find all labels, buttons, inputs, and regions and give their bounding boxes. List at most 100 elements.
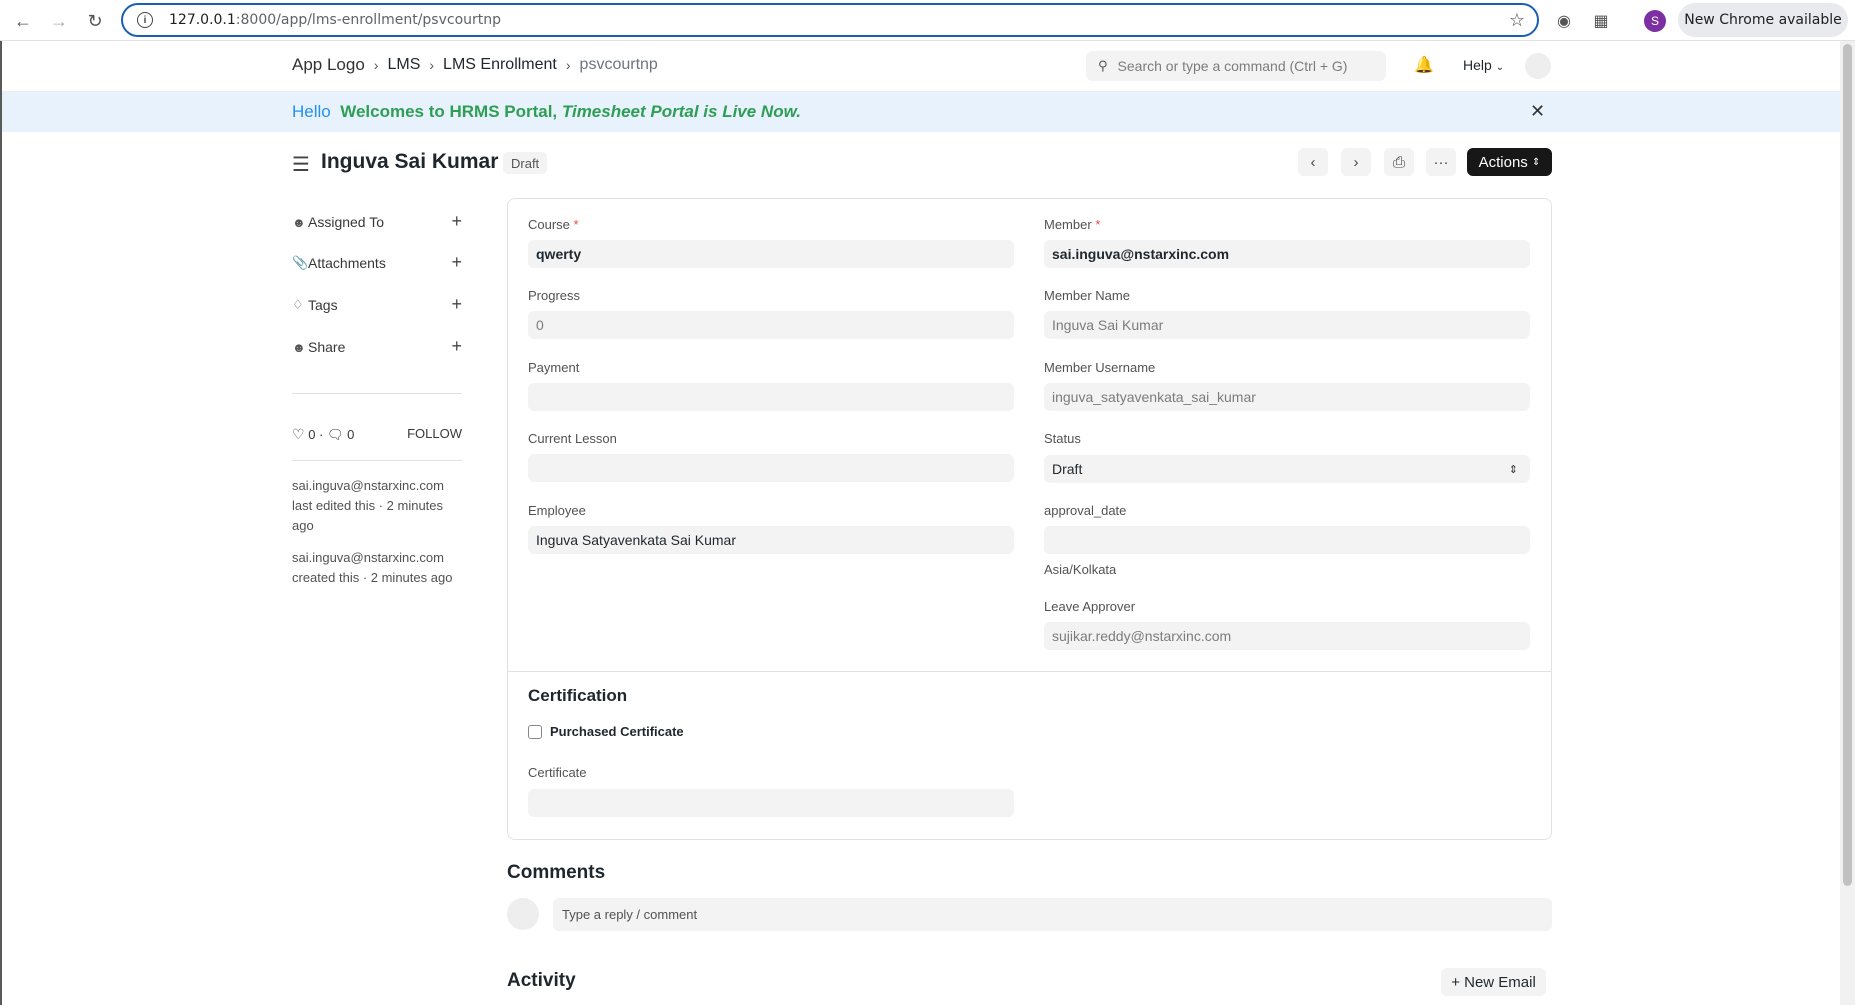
employee-label: Employee	[528, 503, 586, 518]
social-stats: ♡ 0 · 🗨 0 FOLLOW	[292, 426, 462, 443]
editor-email[interactable]: sai.inguva@nstarxinc.com	[292, 478, 444, 493]
sidebar-toggle-icon[interactable]: ☰	[292, 152, 310, 177]
previous-record-button[interactable]: ‹	[1298, 148, 1328, 176]
banner-hello: Hello	[292, 102, 331, 121]
member-field[interactable]: sai.inguva@nstarxinc.com	[1044, 240, 1530, 268]
help-dropdown[interactable]: Help ⌄	[1463, 57, 1504, 73]
comments-title: Comments	[507, 862, 606, 883]
new-email-button[interactable]: + New Email	[1441, 968, 1546, 996]
sidebar-item-label: Share	[308, 339, 346, 355]
creator-email[interactable]: sai.inguva@nstarxinc.com	[292, 550, 444, 565]
progress-field[interactable]: 0	[528, 311, 1014, 339]
edited-text: last edited this · 2 minutes ago	[292, 498, 444, 533]
bookmark-star-icon[interactable]: ☆	[1509, 10, 1525, 31]
current-lesson-field[interactable]	[528, 454, 1014, 482]
purchased-certificate-row[interactable]: Purchased Certificate	[528, 724, 684, 739]
certification-section-title: Certification	[528, 686, 628, 705]
employee-field[interactable]: Inguva Satyavenkata Sai Kumar	[528, 526, 1014, 554]
sidebar-item-label: Attachments	[308, 255, 386, 271]
comment-icon[interactable]: 🗨	[327, 427, 344, 443]
help-label: Help	[1463, 57, 1492, 73]
breadcrumb-lms-enrollment[interactable]: LMS Enrollment	[443, 56, 557, 74]
member-name-label: Member Name	[1044, 288, 1130, 303]
payment-field[interactable]	[528, 383, 1014, 411]
sidebar-item-label: Assigned To	[308, 214, 385, 230]
comment-input[interactable]: Type a reply / comment	[553, 898, 1552, 931]
site-info-icon[interactable]: i	[137, 12, 153, 28]
notification-bell-icon[interactable]: 🔔	[1414, 55, 1434, 75]
scrollbar-thumb[interactable]	[1843, 44, 1852, 886]
next-record-button[interactable]: ›	[1341, 148, 1371, 176]
payment-label: Payment	[528, 360, 580, 375]
breadcrumb-lms[interactable]: LMS	[387, 56, 420, 74]
close-icon[interactable]: ✕	[1530, 101, 1545, 122]
created-text: created this · 2 minutes ago	[292, 570, 453, 585]
actions-label: Actions	[1478, 153, 1528, 171]
heart-icon[interactable]: ♡	[292, 426, 305, 443]
sidebar-item-attachments[interactable]: 📎 Attachments +	[292, 252, 462, 274]
search-placeholder: Search or type a command (Ctrl + G)	[1117, 58, 1348, 74]
breadcrumb-record[interactable]: psvcourtnp	[580, 56, 658, 74]
browser-toolbar: ← → ↻ i 127.0.0.1:8000/app/lms-enrollmen…	[0, 0, 1855, 41]
plus-icon[interactable]: +	[451, 336, 462, 357]
profile-avatar[interactable]: S	[1644, 10, 1666, 32]
sidebar-item-tags[interactable]: ♢ Tags +	[292, 294, 462, 316]
approval-date-field[interactable]	[1044, 526, 1530, 554]
breadcrumb: App Logo › LMS › LMS Enrollment › psvcou…	[292, 55, 658, 75]
forward-icon[interactable]: →	[46, 8, 72, 34]
chevron-right-icon: ›	[373, 57, 379, 73]
plus-icon[interactable]: +	[451, 211, 462, 232]
user-plus-icon: ☻	[292, 214, 306, 230]
comment-count: 0	[347, 427, 355, 442]
leave-approver-label: Leave Approver	[1044, 599, 1136, 614]
course-label: Course *	[528, 217, 579, 232]
sidebar-item-label: Tags	[308, 297, 338, 313]
last-edited-note: sai.inguva@nstarxinc.com last edited thi…	[292, 476, 467, 536]
print-button[interactable]: ⎙	[1384, 148, 1414, 176]
section-divider	[507, 671, 1552, 672]
course-field[interactable]: qwerty	[528, 240, 1014, 268]
sidebar-divider	[292, 393, 462, 394]
current-lesson-label: Current Lesson	[528, 431, 617, 446]
sidebar-item-assigned-to[interactable]: ☻ Assigned To +	[292, 211, 462, 233]
extension-icon[interactable]: ◉	[1552, 9, 1576, 33]
created-note: sai.inguva@nstarxinc.com created this · …	[292, 548, 467, 588]
chevron-right-icon: ›	[429, 57, 435, 73]
paperclip-icon: 📎	[292, 255, 309, 270]
user-avatar[interactable]	[1525, 53, 1551, 79]
chevron-down-icon: ⌄	[1495, 62, 1505, 73]
follow-button[interactable]: FOLLOW	[407, 426, 462, 441]
progress-label: Progress	[528, 288, 581, 303]
window-edge	[0, 41, 2, 1005]
puzzle-icon[interactable]: ▦	[1589, 9, 1613, 33]
member-username-field: inguva_satyavenkata_sai_kumar	[1044, 383, 1530, 411]
like-count: 0	[308, 427, 316, 442]
certificate-label: Certificate	[528, 765, 587, 780]
reload-icon[interactable]: ↻	[82, 8, 108, 34]
address-bar[interactable]: i 127.0.0.1:8000/app/lms-enrollment/psvc…	[121, 3, 1539, 37]
back-icon[interactable]: ←	[10, 8, 36, 34]
search-input[interactable]: ⚲ Search or type a command (Ctrl + G)	[1086, 51, 1386, 81]
status-label: Status	[1044, 431, 1081, 446]
announcement-banner: Hello Welcomes to HRMS Portal, Timesheet…	[0, 92, 1840, 132]
member-username-label: Member Username	[1044, 360, 1156, 375]
plus-icon[interactable]: +	[451, 294, 462, 315]
ellipsis-icon: ···	[1433, 153, 1449, 171]
sidebar-item-share[interactable]: ☻ Share +	[292, 336, 462, 358]
purchased-certificate-label: Purchased Certificate	[550, 724, 684, 739]
chrome-update-button[interactable]: New Chrome available	[1678, 3, 1848, 37]
timezone-note: Asia/Kolkata	[1044, 562, 1117, 577]
plus-icon[interactable]: +	[451, 252, 462, 273]
more-options-button[interactable]: ···	[1426, 148, 1456, 176]
banner-text: Hello Welcomes to HRMS Portal, Timesheet…	[292, 102, 801, 122]
search-icon: ⚲	[1098, 58, 1108, 73]
banner-bold-text: Welcomes to HRMS Portal,	[340, 102, 558, 121]
comment-avatar	[507, 898, 539, 930]
tag-icon: ♢	[292, 297, 304, 312]
actions-button[interactable]: Actions ⇕	[1467, 148, 1552, 176]
purchased-certificate-checkbox[interactable]	[528, 724, 542, 739]
app-header: App Logo › LMS › LMS Enrollment › psvcou…	[0, 41, 1840, 92]
app-logo[interactable]: App Logo	[292, 55, 365, 75]
status-select[interactable]: Draft ⇕	[1044, 455, 1530, 483]
certificate-field[interactable]	[528, 789, 1014, 817]
